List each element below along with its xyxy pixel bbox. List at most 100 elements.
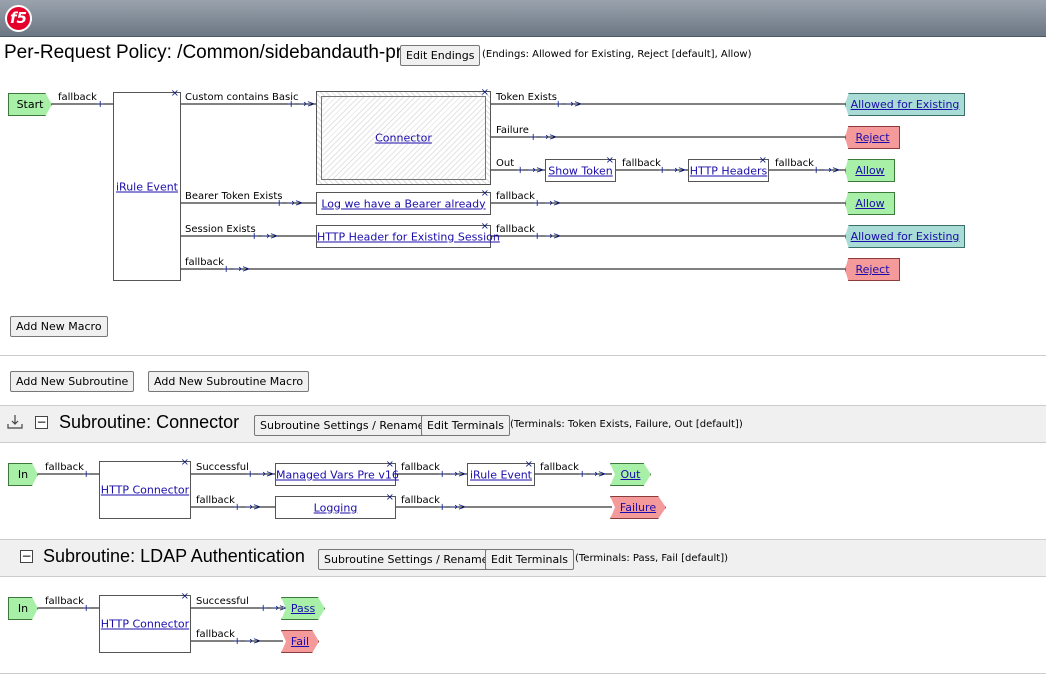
svg-text:+ →>: + →> — [533, 198, 561, 209]
delete-x-icon[interactable]: × — [606, 156, 614, 166]
http-connector-link[interactable]: HTTP Connector — [100, 484, 190, 497]
endings-note: (Endings: Allowed for Existing, Reject [… — [482, 49, 752, 60]
delete-x-icon[interactable]: × — [481, 189, 489, 199]
show-token-fallback-label: fallback — [622, 158, 661, 169]
add-new-subroutine-button[interactable]: Add New Subroutine — [10, 371, 135, 392]
top-banner — [0, 0, 1046, 37]
collapse-minus-icon[interactable]: − — [20, 550, 33, 563]
svg-text:+ →>: + →> — [554, 99, 582, 110]
ending-reject-1[interactable]: Reject — [845, 126, 900, 149]
delete-x-icon[interactable]: × — [481, 88, 489, 98]
ldap-http-connector-link[interactable]: HTTP Connector — [100, 618, 190, 631]
failure-terminal[interactable]: Failure — [610, 496, 666, 519]
connector-token-exists-label: Token Exists — [496, 92, 557, 103]
ending-allow-1[interactable]: Allow — [845, 159, 895, 182]
svg-text:+ →>: + →> — [233, 502, 261, 513]
divider — [0, 355, 1046, 356]
svg-text:+ →>: + →> — [438, 502, 466, 513]
subroutine-ldap-settings-button[interactable]: Subroutine Settings / Rename — [318, 549, 495, 570]
irule-event-box[interactable]: iRule Event × — [113, 89, 181, 281]
logging-link[interactable]: Logging — [276, 501, 395, 514]
start-fallback-label: fallback — [58, 92, 97, 103]
subroutine-ldap-title: Subroutine: LDAP Authentication — [43, 546, 305, 566]
connector-out-label: Out — [496, 158, 515, 169]
http-header-session-box[interactable]: HTTP Header for Existing Session × — [316, 222, 500, 248]
svg-text:+ →>: + →> — [516, 165, 544, 176]
successful-label: Successful — [196, 462, 249, 473]
f5-logo[interactable]: f5 — [5, 5, 32, 32]
start-terminal: Start — [8, 93, 52, 116]
fail-terminal[interactable]: Fail — [281, 630, 319, 653]
subroutine-connector-edit-terminals-button[interactable]: Edit Terminals — [421, 415, 511, 436]
connector-failure-label: Failure — [496, 125, 529, 136]
svg-text:+ →>: + →> — [222, 264, 250, 275]
svg-text:+ →>: + →> — [812, 165, 840, 176]
delete-x-icon[interactable]: × — [481, 222, 489, 232]
logging-box[interactable]: Logging × — [275, 493, 396, 519]
http-connector-box[interactable]: HTTP Connector × — [99, 458, 191, 519]
svg-text:+ →>: + →> — [578, 469, 606, 480]
http-header-session-link[interactable]: HTTP Header for Existing Session — [317, 230, 500, 243]
managed-vars-box[interactable]: Managed Vars Pre v16 × — [275, 460, 399, 486]
delete-x-icon[interactable]: × — [181, 592, 189, 602]
ldap-fallback-label: fallback — [196, 629, 235, 640]
add-new-macro-button[interactable]: Add New Macro — [10, 316, 108, 337]
ending-allowed-existing-1[interactable]: Allowed for Existing — [845, 93, 965, 116]
subroutine-ldap-terminals-note: (Terminals: Pass, Fail [default]) — [575, 553, 728, 564]
ending-reject-2[interactable]: Reject — [845, 258, 900, 281]
branch-bearer-exists: Bearer Token Exists — [185, 191, 283, 202]
managed-vars-fallback-label: fallback — [401, 462, 440, 473]
ldap-http-connector-box[interactable]: HTTP Connector × — [99, 592, 191, 653]
connector-fallback-label: fallback — [196, 495, 235, 506]
branch-fallback: fallback — [185, 257, 224, 268]
managed-vars-link[interactable]: Managed Vars Pre v16 — [276, 468, 399, 481]
collapse-minus-icon[interactable]: − — [35, 416, 48, 429]
subroutine-ldap-edit-terminals-button[interactable]: Edit Terminals — [485, 549, 575, 570]
branch-session-exists: Session Exists — [185, 224, 256, 235]
http-headers-fallback-label: fallback — [775, 158, 814, 169]
subroutine-connector-terminals-note: (Terminals: Token Exists, Failure, Out [… — [510, 419, 743, 430]
show-token-box[interactable]: Show Token × — [545, 156, 616, 182]
delete-x-icon[interactable]: × — [171, 89, 179, 99]
in-fallback-label: fallback — [45, 462, 84, 473]
branch-custom-basic: Custom contains Basic — [185, 92, 299, 103]
delete-x-icon[interactable]: × — [386, 493, 394, 503]
delete-x-icon[interactable]: × — [181, 458, 189, 468]
ldap-in-fallback-label: fallback — [45, 596, 84, 607]
edit-endings-button[interactable]: Edit Endings — [400, 45, 481, 66]
policy-title: Per-Request Policy: /Common/sidebandauth… — [4, 42, 413, 63]
connector-macro-box[interactable]: Connector × — [316, 88, 491, 185]
http-headers-link[interactable]: HTTP Headers — [689, 164, 768, 177]
log-bearer-link[interactable]: Log we have a Bearer already — [317, 197, 490, 210]
delete-x-icon[interactable]: × — [386, 460, 394, 470]
svg-text:+: + — [96, 99, 104, 110]
irule-event-link[interactable]: iRule Event — [114, 180, 180, 193]
drag-handle-icon[interactable] — [6, 414, 24, 430]
svg-text:+ →>: + →> — [438, 469, 466, 480]
out-terminal[interactable]: Out — [610, 463, 651, 486]
log-bearer-box[interactable]: Log we have a Bearer already × — [316, 189, 491, 215]
irule-event-fallback-label: fallback — [540, 462, 579, 473]
connector-link[interactable]: Connector — [317, 132, 490, 145]
svg-text:+ →>: + →> — [658, 165, 686, 176]
ldap-in-terminal: In — [8, 597, 38, 620]
in-terminal: In — [8, 463, 38, 486]
svg-text:+ →>: + →> — [246, 469, 274, 480]
ldap-successful-label: Successful — [196, 596, 249, 607]
irule-event-sub-box[interactable]: iRule Event × — [467, 460, 535, 486]
svg-text:+ →>: + →> — [259, 603, 287, 614]
divider — [0, 673, 1046, 674]
svg-text:+ →>: + →> — [233, 636, 261, 647]
log-bearer-fallback-label: fallback — [496, 191, 535, 202]
subroutine-connector-title: Subroutine: Connector — [59, 412, 240, 432]
ending-allowed-existing-2[interactable]: Allowed for Existing — [845, 225, 965, 248]
http-headers-box[interactable]: HTTP Headers × — [688, 156, 769, 182]
delete-x-icon[interactable]: × — [525, 460, 533, 470]
http-header-session-fallback-label: fallback — [496, 224, 535, 235]
subroutine-connector-settings-button[interactable]: Subroutine Settings / Rename — [254, 415, 431, 436]
add-new-subroutine-macro-button[interactable]: Add New Subroutine Macro — [148, 371, 310, 392]
logging-fallback-label: fallback — [401, 495, 440, 506]
delete-x-icon[interactable]: × — [759, 156, 767, 166]
pass-terminal[interactable]: Pass — [281, 597, 325, 620]
ending-allow-2[interactable]: Allow — [845, 192, 895, 215]
